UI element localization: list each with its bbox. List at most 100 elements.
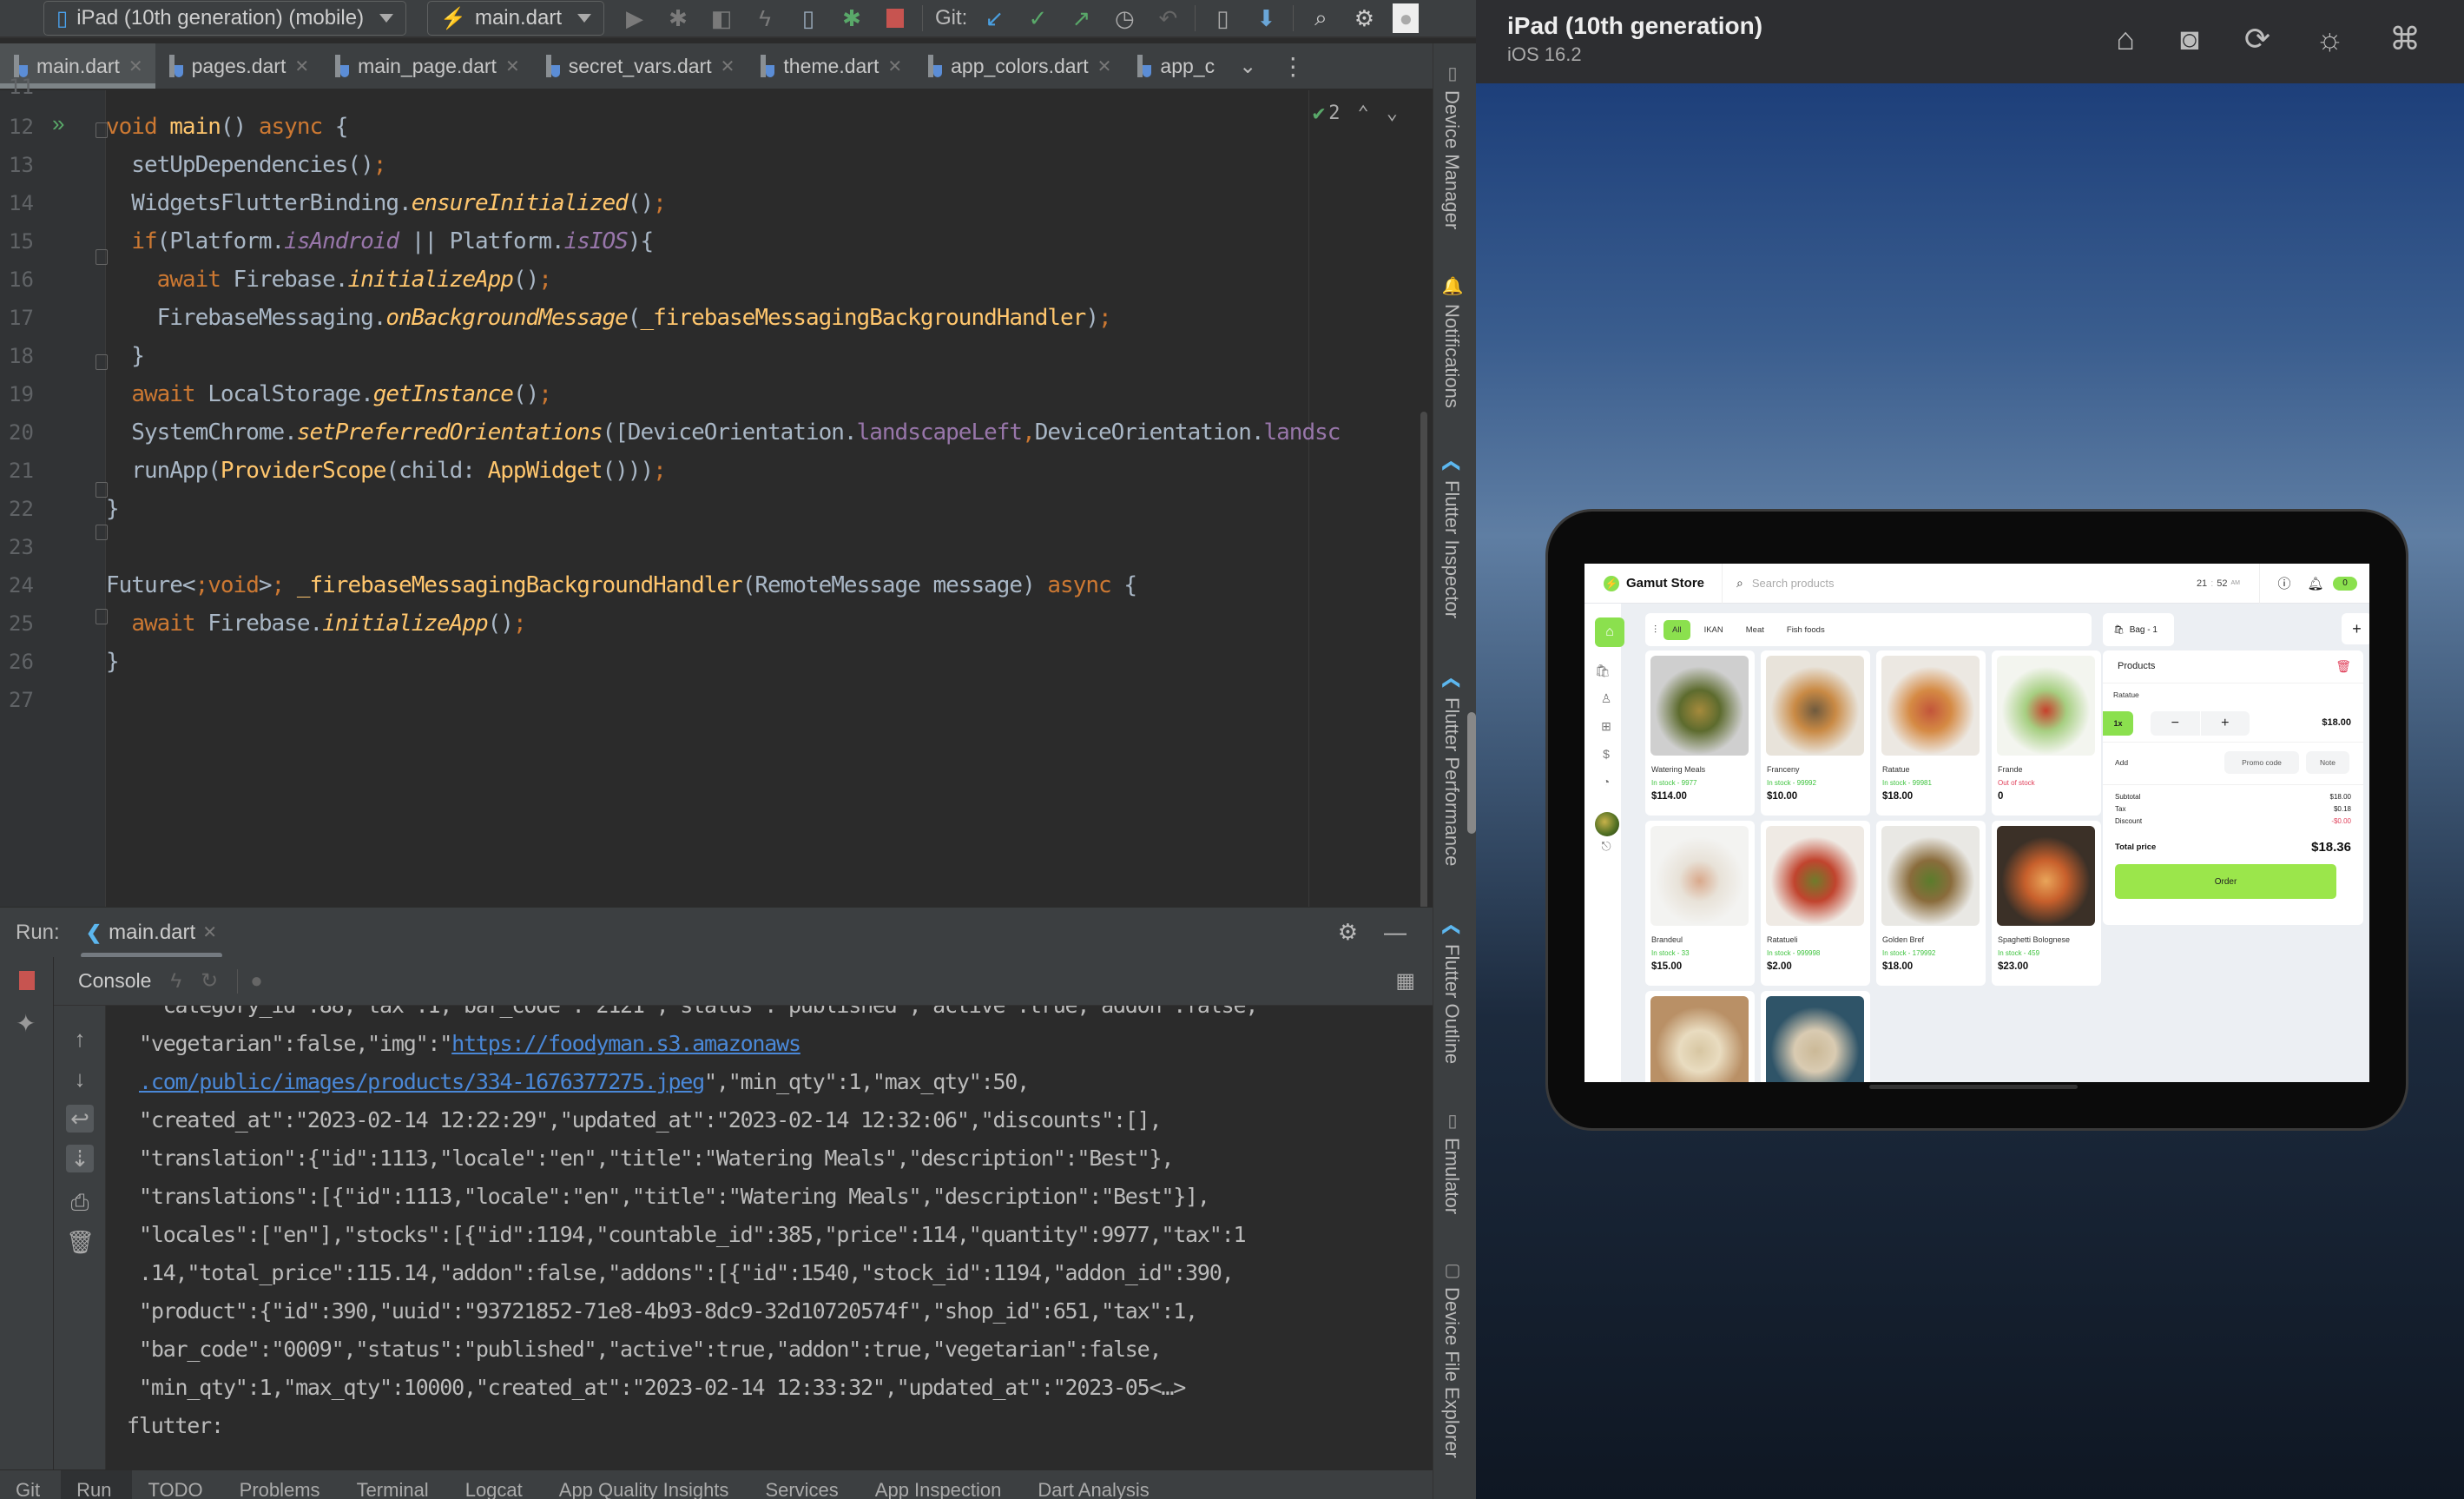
product-card[interactable]: Brandeul In stock - 33 $15.00 (1645, 821, 1755, 986)
screenshot-icon[interactable]: ◙ (2180, 21, 2199, 57)
tool-device-file-explorer[interactable]: ▢ Device File Explorer (1440, 1259, 1463, 1458)
code-line[interactable]: if(Platform.isAndroid || Platform.isIOS)… (106, 222, 654, 261)
tool-emulator[interactable]: ▯ Emulator (1440, 1110, 1463, 1214)
device-selector[interactable]: ▯ iPad (10th generation) (mobile) (43, 1, 407, 36)
rollback-icon[interactable]: ↶ (1153, 3, 1183, 33)
run-config-selector[interactable]: ⚡ main.dart (427, 1, 604, 36)
search-input[interactable]: ⌕ Search products (1736, 576, 1835, 591)
hot-reload-icon[interactable]: ϟ (750, 3, 780, 33)
sidebar-item-reports[interactable]: ◔ (1598, 774, 1614, 789)
run-gutter-icon[interactable]: » (52, 111, 76, 135)
filter-icon[interactable]: ⫶ (1654, 624, 1657, 637)
product-card[interactable]: Frande Out of stock 0 (1992, 650, 2101, 816)
sidebar-item-payments[interactable]: $ (1598, 746, 1614, 762)
tool-todo[interactable]: TODO (132, 1470, 223, 1499)
trash-icon[interactable]: 🗑 (66, 1228, 95, 1256)
close-icon[interactable]: ✕ (721, 56, 735, 77)
hot-restart-device-icon[interactable]: ▯ (794, 3, 823, 33)
sidebar-item-catalog[interactable]: ⊞ (1598, 718, 1614, 734)
chevron-up-icon[interactable]: ⌃ (1358, 102, 1369, 124)
sidebar-item-customers[interactable]: ♙ (1598, 690, 1614, 706)
tool-problems[interactable]: Problems (224, 1470, 341, 1499)
scroll-to-end-icon[interactable]: ⇣ (66, 1145, 94, 1172)
code-line[interactable]: await LocalStorage.getInstance(); (106, 375, 552, 413)
tool-terminal[interactable]: Terminal (341, 1470, 450, 1499)
pin-icon[interactable]: ✦ (16, 1009, 36, 1038)
category-chip-ikan[interactable]: IKAN (1696, 620, 1732, 640)
sidebar-item-home[interactable]: ⌂ (1595, 617, 1624, 647)
code-line[interactable]: void main() async { (106, 108, 348, 146)
minimize-icon[interactable]: — (1384, 919, 1407, 946)
device-manager-icon[interactable]: ▯ (1208, 3, 1237, 33)
product-card[interactable]: Spaghetti Bolognese In stock - 459 $23.00 (1992, 821, 2101, 986)
tool-flutter-performance[interactable]: ❮ Flutter Performance (1440, 676, 1463, 866)
tool-notifications[interactable]: 🔔 Notifications (1440, 276, 1463, 408)
appearance-icon[interactable]: ☼ (2316, 21, 2344, 57)
arrow-up-icon[interactable]: ↑ (66, 1025, 94, 1053)
panel-splitter-handle[interactable] (1467, 712, 1476, 834)
notification-badge[interactable]: 0 (2333, 576, 2357, 591)
code-line[interactable]: WidgetsFlutterBinding.ensureInitialized(… (106, 184, 666, 222)
note-button[interactable]: Note (2306, 751, 2349, 774)
more-options-icon[interactable]: ⋮ (1281, 52, 1305, 81)
history-icon[interactable]: ◷ (1110, 3, 1139, 33)
search-icon[interactable]: ⌕ (1306, 3, 1335, 33)
increment-button[interactable]: + (2201, 711, 2250, 736)
code-editor[interactable]: 11 12 13 14 15 16 17 18 19 20 21 22 23 24 25 26 27 » vo… (0, 75, 1433, 933)
trash-icon[interactable]: 🗑︎ (2336, 659, 2351, 674)
code-line[interactable]: await Firebase.initializeApp(); (106, 604, 526, 643)
image-url-link[interactable]: https://foodyman.s3.amazonaws (451, 1031, 801, 1056)
sidebar-item-logout[interactable]: ⎋ (1598, 838, 1614, 854)
decrement-button[interactable]: − (2151, 711, 2200, 736)
run-tab-main-dart[interactable]: ❮ main.dart ✕ (80, 908, 223, 958)
tool-services[interactable]: Services (749, 1470, 859, 1499)
product-card[interactable] (1761, 991, 1870, 1082)
order-button[interactable]: Order (2115, 864, 2336, 899)
promo-code-button[interactable]: Promo code (2224, 751, 2299, 774)
bag-tab[interactable]: 🛍︎ Bag - 1 (2103, 613, 2174, 646)
gear-icon[interactable]: ⚙ (1349, 3, 1379, 33)
tab-app-colors-dart[interactable]: app_colors.dart ✕ (914, 43, 1123, 89)
tool-git[interactable]: Git (0, 1470, 61, 1499)
product-card[interactable]: Ratatueli In stock - 999998 $2.00 (1761, 821, 1870, 986)
code-line[interactable]: runApp(ProviderScope(child: AppWidget())… (106, 452, 666, 490)
sdk-manager-icon[interactable]: ⬇ (1251, 3, 1281, 33)
rotate-icon[interactable]: ⟳ (2244, 21, 2270, 57)
tab-main-page-dart[interactable]: main_page.dart ✕ (321, 43, 532, 89)
layout-icon[interactable]: ▦ (1395, 968, 1415, 994)
editor-scrollbar[interactable] (1420, 412, 1427, 933)
tab-theme-dart[interactable]: theme.dart ✕ (747, 43, 914, 89)
user-avatar-icon[interactable]: ● (1393, 3, 1420, 33)
add-bag-button[interactable]: + (2342, 613, 2369, 644)
tool-flutter-inspector[interactable]: ❮ Flutter Inspector (1440, 459, 1463, 618)
product-card[interactable]: Ratatue In stock - 99981 $18.00 (1876, 650, 1986, 816)
code-area[interactable]: void main() async { setUpDependencies();… (106, 90, 1433, 933)
code-line[interactable]: } (106, 337, 145, 375)
product-card[interactable]: Golden Bref In stock - 179992 $18.00 (1876, 821, 1986, 986)
image-url-link[interactable]: .com/public/images/products/334-16763772… (139, 1069, 705, 1094)
code-line[interactable]: } (106, 490, 120, 528)
close-icon[interactable]: ✕ (887, 56, 902, 77)
devtools-icon[interactable]: ● (237, 968, 263, 994)
code-line[interactable]: } (106, 643, 120, 681)
chevron-down-icon[interactable]: ⌄ (1239, 54, 1256, 79)
product-card[interactable]: Franceny In stock - 99992 $10.00 (1761, 650, 1870, 816)
console-output[interactable]: "category_id":88,"tax":1,"bar_code":"212… (106, 1006, 1433, 1469)
tab-app-c-truncated[interactable]: app_c (1123, 43, 1227, 89)
code-line[interactable]: Future<;void>; _firebaseMessagingBackgro… (106, 566, 1137, 604)
category-chip-meat[interactable]: Meat (1737, 620, 1773, 640)
help-icon[interactable]: ⓘ (2272, 571, 2296, 596)
attach-debugger-icon[interactable]: ✱ (837, 3, 866, 33)
arrow-down-icon[interactable]: ↓ (66, 1065, 94, 1093)
avatar[interactable] (1595, 812, 1619, 836)
command-icon[interactable]: ⌘ (2389, 21, 2421, 57)
run-icon[interactable]: ▶ (620, 3, 649, 33)
inspection-widget[interactable]: ✔ 2 ⌃ ⌄ (1313, 101, 1398, 125)
bell-icon[interactable]: 🔔︎ (2303, 571, 2328, 596)
code-line[interactable]: FirebaseMessaging.onBackgroundMessage(_f… (106, 299, 1112, 337)
tool-device-manager[interactable]: ▯ Device Manager (1440, 63, 1463, 229)
code-line[interactable]: setUpDependencies(); (106, 146, 386, 184)
gear-icon[interactable]: ⚙ (1338, 919, 1358, 946)
hot-restart-icon[interactable]: ↻ (201, 968, 218, 994)
hot-reload-icon[interactable]: ϟ (170, 969, 181, 994)
